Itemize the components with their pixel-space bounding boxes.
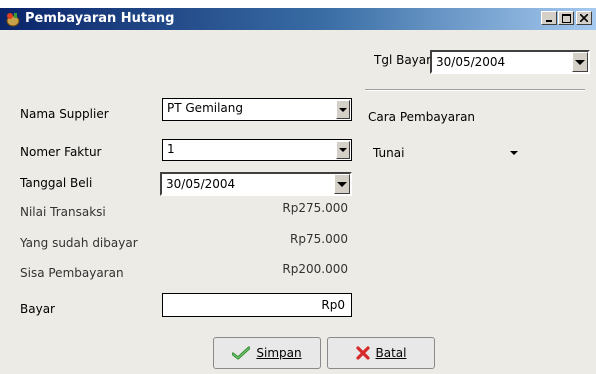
- nama-supplier-select[interactable]: PT Gemilang: [162, 98, 352, 121]
- title-bar[interactable]: Pembayaran Hutang: [0, 8, 596, 30]
- minimize-button[interactable]: [541, 11, 557, 25]
- sisa-pembayaran-label: Sisa Pembayaran: [20, 266, 124, 280]
- simpan-label: Simpan: [256, 346, 302, 360]
- batal-label: Batal: [375, 346, 407, 360]
- nomer-faktur-label: Nomer Faktur: [20, 145, 102, 159]
- app-icon: [5, 11, 21, 27]
- bayar-input[interactable]: Rp0: [162, 293, 352, 317]
- bayar-label: Bayar: [20, 302, 55, 316]
- chevron-down-icon: [339, 107, 347, 112]
- chevron-down-icon: [575, 59, 585, 65]
- cara-pembayaran-dropdown-button[interactable]: [507, 142, 521, 164]
- cara-pembayaran-select[interactable]: Tunai: [366, 141, 526, 165]
- payment-window: Pembayaran Hutang Tgl Bayar 30/05/2004 N…: [0, 8, 596, 374]
- window-title: Pembayaran Hutang: [25, 11, 175, 26]
- nilai-transaksi-label: Nilai Transaksi: [20, 205, 106, 219]
- cara-pembayaran-value: Tunai: [373, 146, 405, 160]
- tanggal-beli-label: Tanggal Beli: [20, 176, 93, 190]
- minimize-icon: [546, 20, 552, 22]
- batal-button[interactable]: Batal: [327, 337, 435, 369]
- tgl-bayar-date-picker[interactable]: 30/05/2004: [430, 50, 590, 74]
- nama-supplier-dropdown-button[interactable]: [336, 100, 350, 119]
- nama-supplier-label: Nama Supplier: [20, 107, 109, 121]
- tanggal-beli-date-picker[interactable]: 30/05/2004: [160, 172, 352, 196]
- chevron-down-icon: [337, 181, 347, 187]
- sisa-pembayaran-value: Rp200.000: [282, 262, 348, 276]
- chevron-down-icon: [339, 148, 347, 152]
- maximize-icon: [561, 13, 571, 23]
- maximize-button[interactable]: [558, 11, 574, 25]
- close-button[interactable]: [576, 11, 592, 25]
- nomer-faktur-select[interactable]: 1: [162, 139, 352, 161]
- yang-sudah-dibayar-label: Yang sudah dibayar: [20, 236, 138, 250]
- checkmark-icon: [232, 346, 251, 360]
- yang-sudah-dibayar-value: Rp75.000: [290, 232, 348, 246]
- tgl-bayar-value: 30/05/2004: [436, 55, 506, 69]
- bayar-value: Rp0: [321, 298, 345, 312]
- cross-icon: [355, 346, 370, 360]
- chevron-down-icon: [510, 151, 518, 155]
- nilai-transaksi-value: Rp275.000: [282, 201, 348, 215]
- tgl-bayar-label: Tgl Bayar: [374, 53, 432, 67]
- nomer-faktur-dropdown-button[interactable]: [336, 141, 350, 159]
- cara-pembayaran-label: Cara Pembayaran: [368, 110, 476, 124]
- separator: [365, 89, 585, 91]
- nomer-faktur-value: 1: [167, 142, 175, 156]
- tanggal-beli-dropdown-button[interactable]: [334, 174, 350, 194]
- button-bar: Simpan Batal: [0, 329, 596, 374]
- nama-supplier-value: PT Gemilang: [167, 101, 243, 115]
- tanggal-beli-value: 30/05/2004: [166, 177, 236, 191]
- tgl-bayar-dropdown-button[interactable]: [572, 52, 588, 72]
- simpan-button[interactable]: Simpan: [213, 337, 321, 369]
- close-icon: [580, 14, 588, 22]
